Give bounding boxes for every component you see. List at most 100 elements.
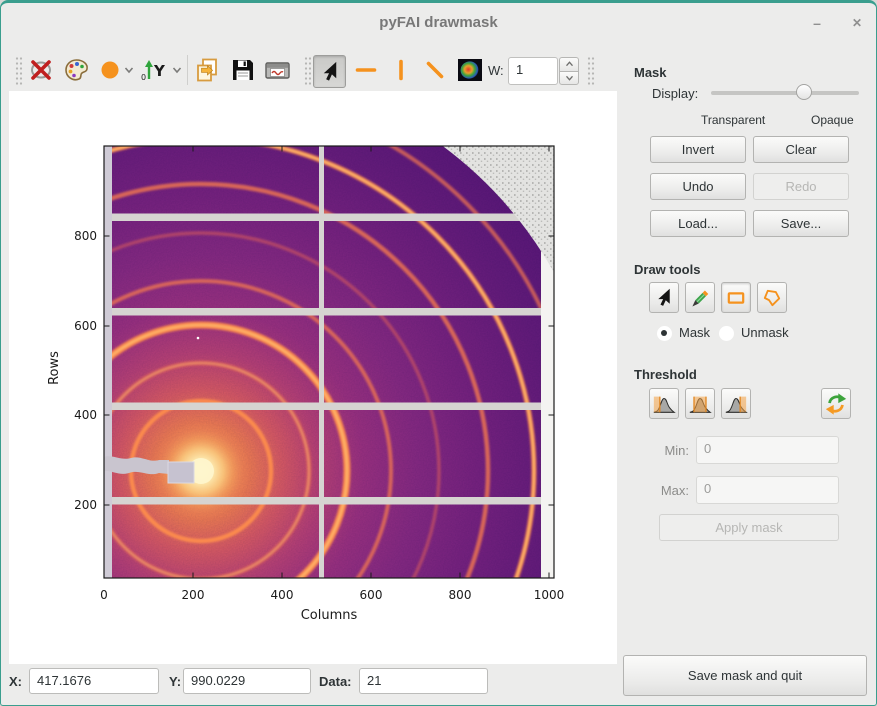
save-button[interactable]	[229, 56, 257, 84]
invert-button[interactable]: Invert	[650, 136, 746, 163]
colormap-image-icon	[457, 58, 483, 82]
chevron-up-icon	[565, 61, 574, 67]
svg-text:800: 800	[74, 229, 97, 243]
polygon-icon	[761, 287, 783, 309]
stepper-up-button[interactable]	[559, 57, 579, 71]
draw-hline-button[interactable]	[352, 56, 380, 84]
load-button[interactable]: Load...	[650, 210, 746, 237]
pencil-width-input[interactable]: 1	[508, 57, 558, 85]
apply-mask-button[interactable]: Apply mask	[659, 514, 839, 541]
clear-button[interactable]: Clear	[753, 136, 849, 163]
printer-icon	[264, 58, 291, 82]
draw-dline-button[interactable]	[421, 56, 449, 84]
svg-text:800: 800	[449, 588, 472, 602]
stepper-down-button[interactable]	[559, 71, 579, 86]
save-mask-and-quit-button[interactable]: Save mask and quit	[623, 655, 867, 696]
plot-canvas[interactable]: 0 200 400 600 800 1000 200 400 600 800 Columns R…	[9, 91, 617, 664]
svg-text:Y: Y	[153, 62, 166, 80]
opaque-label: Opaque	[811, 113, 854, 127]
max-input[interactable]: 0	[696, 476, 839, 504]
toolbar-grip[interactable]	[304, 56, 312, 86]
vertical-line-icon	[388, 57, 414, 83]
palette-icon	[63, 57, 90, 83]
aspect-ratio-dropdown[interactable]	[97, 56, 137, 84]
pencil-tool-button[interactable]	[685, 282, 715, 313]
slider-handle[interactable]	[796, 84, 812, 100]
min-input[interactable]: 0	[696, 436, 839, 464]
svg-text:600: 600	[74, 319, 97, 333]
svg-text:200: 200	[182, 588, 205, 602]
y-axis-label: Rows	[47, 351, 62, 385]
status-data-label: Data:	[319, 674, 352, 689]
y-axis-up-arrow-icon: 0 Y	[140, 57, 170, 83]
histogram-above-icon	[724, 392, 748, 416]
save-mask-button[interactable]: Save...	[753, 210, 849, 237]
app-window: pyFAI drawmask – ✕ 0	[0, 0, 877, 706]
min-label: Min:	[649, 443, 689, 458]
redo-button[interactable]: Redo	[753, 173, 849, 200]
rectangle-icon	[725, 287, 747, 309]
select-tool-button[interactable]	[649, 282, 679, 313]
colormap-preview-button[interactable]	[456, 56, 484, 84]
status-data-value[interactable]: 21	[359, 668, 488, 694]
svg-text:0: 0	[100, 588, 108, 602]
reset-zoom-button[interactable]	[27, 56, 55, 84]
window-title: pyFAI drawmask	[1, 14, 876, 31]
title-bar[interactable]: pyFAI drawmask – ✕	[1, 3, 876, 45]
toolbar-grip[interactable]	[15, 56, 23, 86]
pencil-width-label: W:	[488, 63, 504, 78]
close-button[interactable]: ✕	[844, 10, 870, 36]
chevron-down-icon	[172, 66, 182, 74]
hot-pixel	[197, 337, 200, 340]
toolbar-grip[interactable]	[587, 56, 595, 86]
red-cross-icon	[28, 57, 54, 83]
y-axis-orientation-dropdown[interactable]: 0 Y	[140, 56, 182, 84]
status-y-value[interactable]: 990.0229	[183, 668, 311, 694]
display-label: Display:	[652, 86, 698, 101]
slider-track[interactable]	[711, 91, 859, 95]
mask-section-title: Mask	[634, 65, 667, 80]
toolbar-separator	[187, 55, 188, 85]
svg-text:600: 600	[360, 588, 383, 602]
polygon-tool-button[interactable]	[757, 282, 787, 313]
mask-between-button[interactable]	[685, 388, 715, 419]
colormap-palette-button[interactable]	[62, 56, 90, 84]
svg-text:400: 400	[74, 408, 97, 422]
transparent-label: Transparent	[701, 113, 765, 127]
cursor-arrow-icon	[318, 60, 342, 84]
minimize-button[interactable]: –	[804, 10, 830, 36]
x-axis-label: Columns	[301, 608, 358, 623]
mask-opacity-slider[interactable]	[711, 86, 859, 102]
draw-vline-button[interactable]	[387, 56, 415, 84]
unmask-radio[interactable]	[719, 326, 734, 341]
pencil-width-stepper[interactable]	[559, 57, 579, 85]
histogram-between-icon	[688, 392, 712, 416]
svg-text:200: 200	[74, 498, 97, 512]
undo-button[interactable]: Undo	[650, 173, 746, 200]
draw-tools-title: Draw tools	[634, 262, 700, 277]
filled-circle-icon	[100, 59, 122, 81]
floppy-disk-icon	[231, 58, 255, 82]
chevron-down-icon	[124, 66, 134, 74]
diffraction-plot[interactable]: 0 200 400 600 800 1000 200 400 600 800 Columns R…	[9, 91, 617, 664]
svg-text:0: 0	[141, 73, 146, 82]
mask-radio[interactable]	[657, 326, 672, 341]
pencil-icon	[689, 287, 711, 309]
unmask-radio-label: Unmask	[741, 325, 789, 340]
refresh-threshold-button[interactable]	[821, 388, 851, 419]
status-x-value[interactable]: 417.1676	[29, 668, 159, 694]
pan-pointer-button[interactable]	[313, 55, 346, 88]
svg-text:1000: 1000	[534, 588, 565, 602]
rectangle-tool-button[interactable]	[721, 282, 751, 313]
horizontal-line-icon	[353, 57, 379, 83]
radio-dot	[661, 330, 667, 336]
histogram-below-icon	[652, 392, 676, 416]
print-button[interactable]	[263, 56, 291, 84]
copy-button[interactable]	[194, 56, 222, 84]
status-y-label: Y:	[169, 674, 181, 689]
svg-text:400: 400	[271, 588, 294, 602]
mask-below-min-button[interactable]	[649, 388, 679, 419]
refresh-icon	[824, 392, 848, 416]
mask-above-max-button[interactable]	[721, 388, 751, 419]
threshold-title: Threshold	[634, 367, 697, 382]
